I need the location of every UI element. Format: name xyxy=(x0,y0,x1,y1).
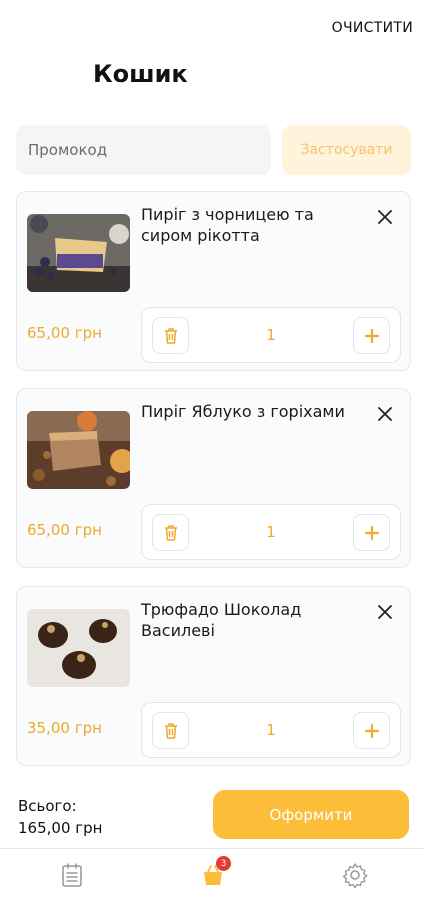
cart-badge: 3 xyxy=(216,856,231,871)
quantity-stepper: 1 xyxy=(141,307,401,363)
product-price: 35,00 грн xyxy=(27,719,102,737)
quantity-stepper: 1 xyxy=(141,504,401,560)
cart-item: Пиріг з чорницею та сиром рікотта 65,00 … xyxy=(16,191,411,371)
bottom-navigation: 3 xyxy=(0,848,425,900)
cart-item: Пиріг Яблуко з горіхами 65,00 грн 1 xyxy=(16,388,411,568)
quantity-stepper: 1 xyxy=(141,702,401,758)
product-price: 65,00 грн xyxy=(27,324,102,342)
product-image xyxy=(27,609,130,687)
close-icon[interactable] xyxy=(376,405,394,423)
promo-code-input[interactable] xyxy=(16,125,271,175)
product-price: 65,00 грн xyxy=(27,521,102,539)
checkout-button[interactable]: Оформити xyxy=(213,790,409,839)
product-name: Трюфадо Шоколад Василеві xyxy=(141,600,302,640)
clear-cart-button[interactable]: ОЧИСТИТИ xyxy=(332,20,413,36)
plus-icon xyxy=(364,525,379,540)
plus-icon xyxy=(364,723,379,738)
product-name: Пиріг Яблуко з горіхами xyxy=(141,402,345,421)
apply-promo-button[interactable]: Застосувати xyxy=(282,125,411,175)
total-label: Всього: xyxy=(18,797,77,815)
close-icon[interactable] xyxy=(376,603,394,621)
page-title: Кошик xyxy=(93,60,188,88)
add-quantity-button[interactable] xyxy=(353,317,390,354)
settings-icon[interactable] xyxy=(341,861,369,889)
cart-icon[interactable]: 3 xyxy=(199,856,231,889)
product-image xyxy=(27,411,130,489)
menu-icon[interactable] xyxy=(58,861,86,889)
close-icon[interactable] xyxy=(376,208,394,226)
total-value: 165,00 грн xyxy=(18,819,103,837)
plus-icon xyxy=(364,328,379,343)
add-quantity-button[interactable] xyxy=(353,712,390,749)
product-image xyxy=(27,214,130,292)
product-name: Пиріг з чорницею та сиром рікотта xyxy=(141,205,314,245)
add-quantity-button[interactable] xyxy=(353,514,390,551)
cart-item: Трюфадо Шоколад Василеві 35,00 грн 1 xyxy=(16,586,411,766)
